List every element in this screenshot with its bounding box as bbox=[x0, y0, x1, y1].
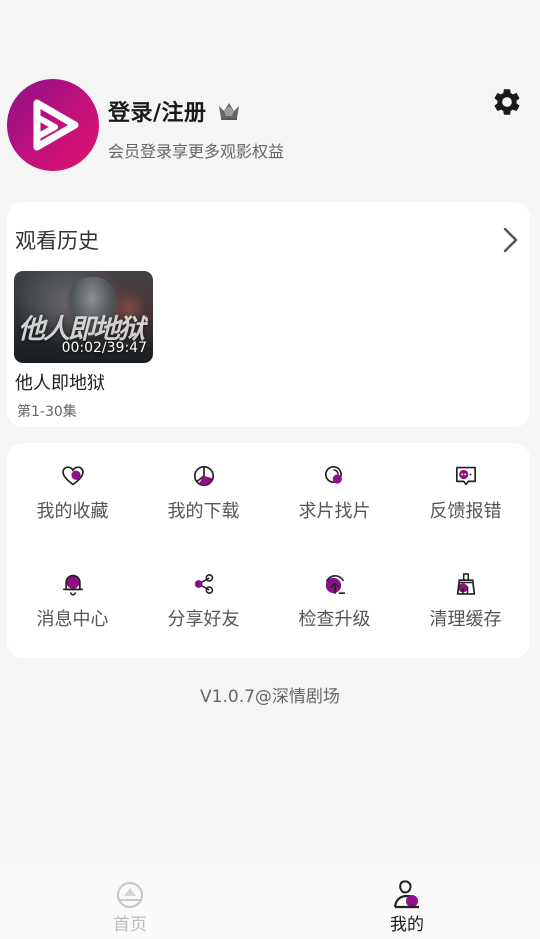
watch-history-title: 观看历史 bbox=[15, 229, 99, 253]
menu-label: 反馈报错 bbox=[429, 501, 502, 522]
function-grid: 我的收藏 我的下载 求片找片 反馈报错 消息中心 分享好友 检查升级 清理缓存 bbox=[7, 443, 530, 658]
menu-label: 分享好友 bbox=[167, 609, 240, 630]
app-logo-avatar[interactable] bbox=[7, 79, 99, 171]
download-icon bbox=[193, 465, 214, 487]
history-item-episodes: 第1-30集 bbox=[17, 404, 77, 420]
upgrade-icon bbox=[325, 574, 345, 595]
menu-label: 清理缓存 bbox=[429, 609, 502, 630]
menu-clear-cache[interactable]: 清理缓存 bbox=[400, 551, 531, 631]
profile-header: 登录/注册 会员登录享更多观影权益 bbox=[0, 76, 540, 176]
watch-history-header[interactable]: 观看历史 bbox=[15, 224, 520, 256]
chevron-right-icon bbox=[503, 227, 518, 253]
play-logo-icon bbox=[33, 99, 79, 151]
bottom-nav: 首页 我的 bbox=[0, 864, 540, 939]
broom-icon bbox=[456, 573, 475, 595]
nav-mine[interactable]: 我的 bbox=[347, 864, 467, 939]
gear-icon bbox=[494, 89, 520, 115]
menu-label: 求片找片 bbox=[298, 501, 371, 522]
version-text: V1.0.7@深情剧场 bbox=[200, 687, 340, 707]
menu-downloads[interactable]: 我的下载 bbox=[138, 443, 269, 523]
menu-label: 我的收藏 bbox=[36, 501, 109, 522]
menu-request-film[interactable]: 求片找片 bbox=[269, 443, 400, 523]
menu-check-update[interactable]: 检查升级 bbox=[269, 551, 400, 631]
crown-icon bbox=[218, 103, 239, 120]
user-icon bbox=[393, 880, 419, 909]
function-menu-card: 我的收藏 我的下载 求片找片 反馈报错 消息中心 分享好友 检查升级 清理缓存 bbox=[7, 443, 530, 658]
watch-history-card: 观看历史 他人即地狱 00:02/39:47 他人即地狱 第1-30集 bbox=[7, 202, 530, 427]
login-register-title: 登录/注册 bbox=[108, 101, 207, 126]
feedback-icon bbox=[455, 466, 476, 486]
share-icon bbox=[194, 574, 213, 594]
settings-button[interactable] bbox=[488, 83, 526, 121]
menu-share[interactable]: 分享好友 bbox=[138, 551, 269, 631]
menu-label: 检查升级 bbox=[298, 609, 371, 630]
heart-icon bbox=[61, 466, 84, 486]
menu-label: 消息中心 bbox=[36, 609, 109, 630]
history-item-title[interactable]: 他人即地狱 bbox=[15, 369, 105, 395]
menu-favorites[interactable]: 我的收藏 bbox=[7, 443, 138, 523]
nav-home[interactable]: 首页 bbox=[70, 864, 190, 939]
playback-progress-time: 00:02/39:47 bbox=[61, 340, 147, 356]
login-register-link[interactable]: 登录/注册 bbox=[108, 94, 241, 128]
bell-icon bbox=[62, 574, 83, 596]
history-thumbnail[interactable]: 他人即地狱 00:02/39:47 bbox=[14, 271, 153, 363]
nav-mine-label: 我的 bbox=[390, 915, 424, 935]
menu-feedback[interactable]: 反馈报错 bbox=[400, 443, 531, 523]
menu-messages[interactable]: 消息中心 bbox=[7, 551, 138, 631]
member-benefit-text: 会员登录享更多观影权益 bbox=[108, 142, 285, 161]
menu-label: 我的下载 bbox=[167, 501, 240, 522]
nav-home-label: 首页 bbox=[113, 915, 147, 935]
search-film-icon bbox=[324, 465, 342, 484]
home-icon bbox=[116, 881, 144, 909]
